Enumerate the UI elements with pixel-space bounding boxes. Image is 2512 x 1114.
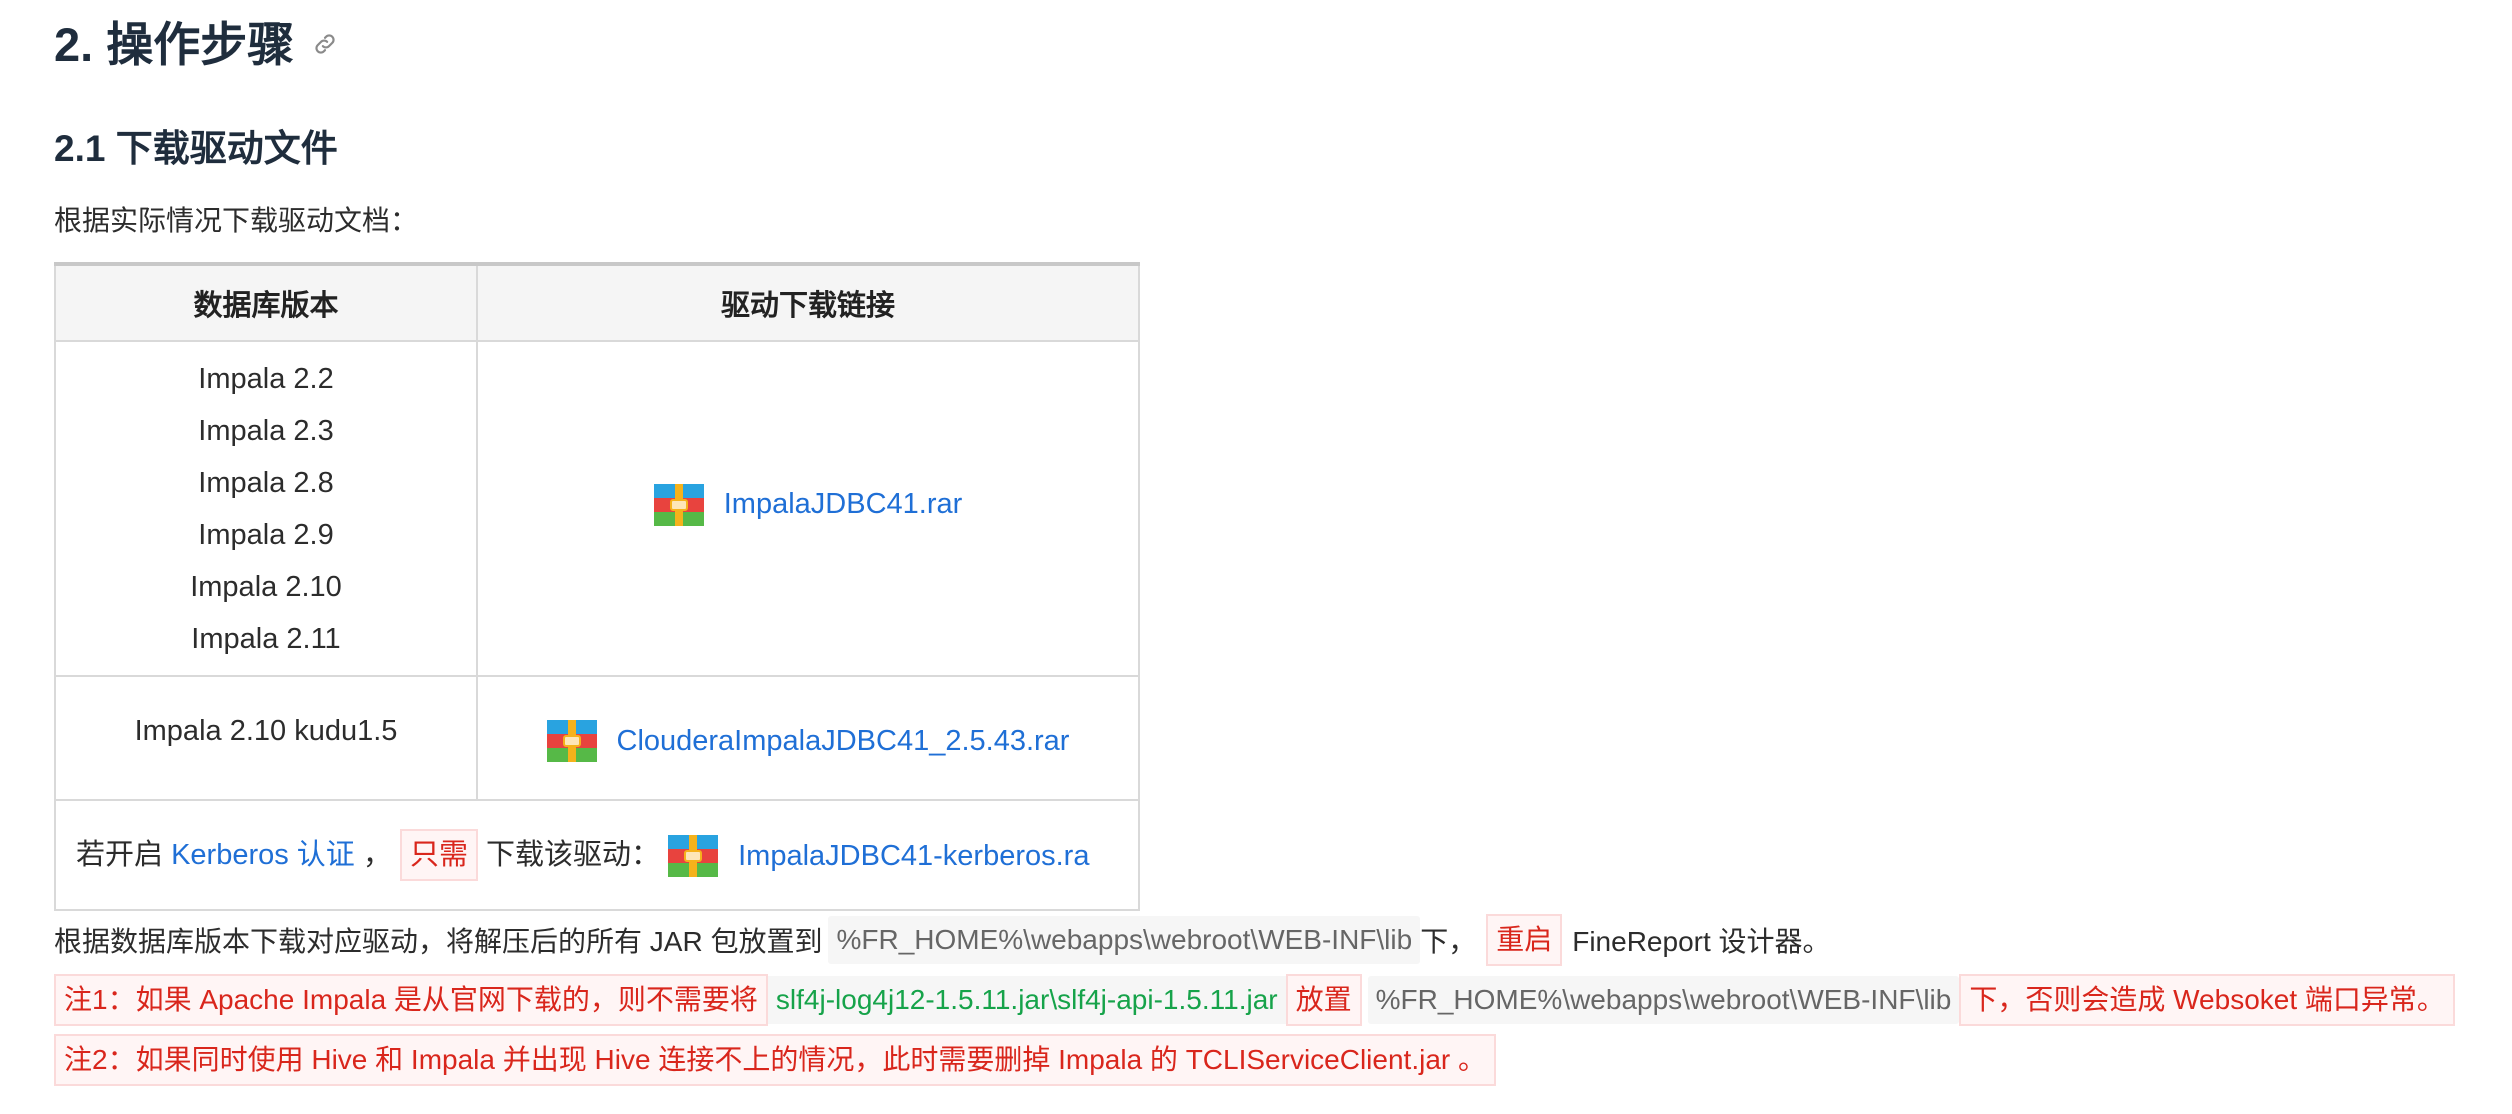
version-item: Impala 2.8 (198, 466, 334, 499)
kerberos-middle: 下载该驱动： (486, 839, 661, 871)
version-list-cell: Impala 2.2 Impala 2.3 Impala 2.8 Impala … (54, 340, 478, 677)
download-link-cloudera[interactable]: ClouderaImpalaJDBC41_2.5.43.rar (546, 720, 1070, 762)
download-link-text[interactable]: ImpalaJDBC41.rar (724, 488, 963, 521)
restart-tag: 重启 (1486, 914, 1563, 966)
download-cell: ImpalaJDBC41.rar (476, 340, 1140, 677)
instruction-text: 下， (1420, 926, 1477, 957)
only-needed-tag: 只需 (399, 829, 478, 881)
link-icon[interactable] (312, 31, 338, 57)
version-item: Impala 2.11 (191, 622, 341, 655)
instruction-text: 根据数据库版本下载对应驱动，将解压后的所有 JAR 包放置到 (54, 926, 823, 957)
download-cell: ClouderaImpalaJDBC41_2.5.43.rar (476, 675, 1140, 801)
header-driver-link: 驱动下载链接 (476, 262, 1140, 342)
rar-archive-icon (653, 483, 704, 526)
kerberos-cell: 若开启 Kerberos 认证 ， 只需 下载该驱动： ImpalaJDBC41… (54, 799, 1140, 911)
rar-archive-icon (546, 720, 597, 762)
kerberos-prefix: 若开启 (76, 839, 164, 871)
lib-path-code: %FR_HOME%\webapps\webroot\WEB-INF\lib (828, 916, 1421, 964)
version-item: Impala 2.9 (198, 518, 334, 551)
version-cell: Impala 2.10 kudu1.5 (54, 675, 478, 801)
intro-text: 根据实际情况下载驱动文档： (54, 205, 419, 236)
subsection-heading: 2.1 下载驱动文件 (54, 128, 338, 169)
table-header-row: 数据库版本 驱动下载链接 (54, 262, 1140, 342)
note-1-text: 放置 (1285, 974, 1362, 1026)
lib-path-code: %FR_HOME%\webapps\webroot\WEB-INF\lib (1367, 976, 1960, 1024)
version-item: Impala 2.10 (190, 570, 342, 603)
note-1-text: 下，否则会造成 Websoket 端口异常。 (1959, 974, 2455, 1026)
rar-archive-icon (668, 835, 719, 878)
table-row: Impala 2.10 kudu1.5 ClouderaImpalaJDBC41… (54, 675, 1140, 801)
version-item: Impala 2.2 (198, 362, 334, 395)
table-row: 若开启 Kerberos 认证 ， 只需 下载该驱动： ImpalaJDBC41… (54, 799, 1140, 911)
note-1-text: 注1：如果 Apache Impala 是从官网下载的，则不需要将 (54, 974, 768, 1026)
note-2-text: 注2：如果同时使用 Hive 和 Impala 并出现 Hive 连接不上的情况… (54, 1034, 1497, 1086)
install-instructions: 根据数据库版本下载对应驱动，将解压后的所有 JAR 包放置到 %FR_HOME%… (54, 914, 1831, 966)
kerberos-link[interactable]: Kerberos 认证 (171, 839, 355, 871)
document-page: 2. 操作步骤 2.1 下载驱动文件 根据实际情况下载驱动文档： 数据库版本 驱… (0, 0, 2512, 1114)
note-2: 注2：如果同时使用 Hive 和 Impala 并出现 Hive 连接不上的情况… (54, 1034, 1497, 1086)
header-db-version: 数据库版本 (54, 262, 478, 342)
note-1: 注1：如果 Apache Impala 是从官网下载的，则不需要将 slf4j-… (54, 974, 2455, 1026)
slf4j-jars-code: slf4j-log4j12-1.5.11.jar\slf4j-api-1.5.1… (767, 976, 1286, 1024)
instruction-text: FineReport 设计器。 (1572, 926, 1831, 957)
driver-table: 数据库版本 驱动下载链接 Impala 2.2 Impala 2.3 Impal… (54, 262, 1140, 911)
download-link-kerberos[interactable]: ImpalaJDBC41-kerberos.ra (668, 835, 1089, 878)
section-heading: 2. 操作步骤 (54, 6, 338, 75)
table-row: Impala 2.2 Impala 2.3 Impala 2.8 Impala … (54, 340, 1140, 677)
kerberos-comma: ， (362, 839, 392, 871)
download-link-impalajdbc41[interactable]: ImpalaJDBC41.rar (653, 483, 963, 526)
download-link-text[interactable]: ImpalaJDBC41-kerberos.ra (738, 840, 1089, 873)
section-heading-text: 2. 操作步骤 (54, 18, 295, 71)
version-item: Impala 2.3 (198, 414, 334, 447)
download-link-text[interactable]: ClouderaImpalaJDBC41_2.5.43.rar (617, 725, 1070, 758)
